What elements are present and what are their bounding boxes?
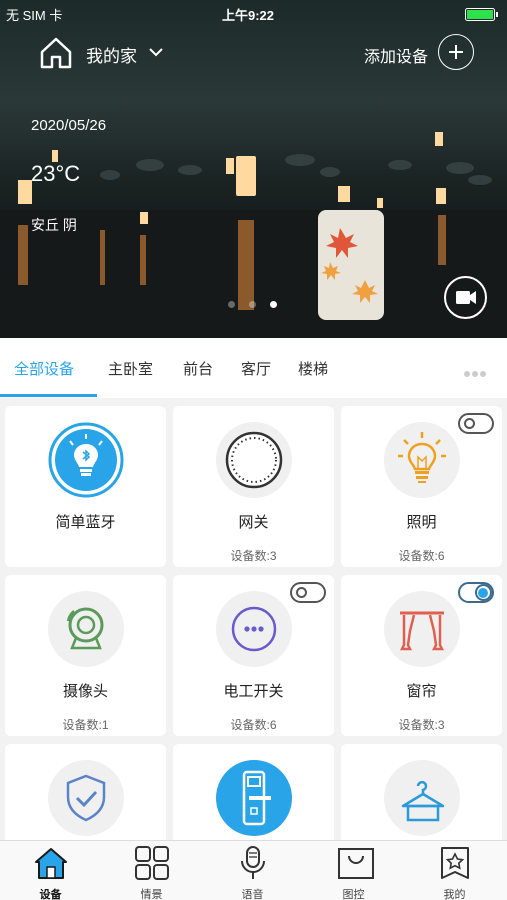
chevron-down-icon[interactable]	[148, 46, 164, 58]
home-icon[interactable]	[38, 36, 74, 70]
room-tabs: 全部设备 主卧室 前台 客厅 楼梯	[0, 338, 507, 398]
shield-icon	[48, 760, 124, 836]
device-card-camera[interactable]: 摄像头 设备数:1	[5, 575, 166, 736]
device-name: 照明	[406, 514, 437, 531]
device-card-gateway[interactable]: 网关 设备数:3	[173, 406, 334, 567]
device-name: 网关	[238, 514, 269, 531]
device-count: 设备数:1	[62, 718, 109, 732]
status-bar: 无 SIM 卡 上午9:22	[0, 0, 507, 28]
tab-master-bedroom[interactable]: 主卧室	[108, 358, 153, 379]
device-card-switch[interactable]: 电工开关 设备数:6	[173, 575, 334, 736]
lighting-toggle[interactable]	[458, 413, 494, 434]
device-card-lighting[interactable]: 照明 设备数:6	[341, 406, 502, 567]
device-card-curtain[interactable]: 窗帘 设备数:3	[341, 575, 502, 736]
nav-profile[interactable]: 我的	[404, 841, 505, 900]
device-count: 设备数:3	[230, 549, 277, 563]
nav-scenes[interactable]: 情景	[101, 841, 202, 900]
hanger-icon	[384, 760, 460, 836]
home-selector[interactable]: 我的家	[86, 42, 137, 67]
door-lock-icon	[216, 760, 292, 836]
nav-label: 情景	[140, 889, 163, 900]
carrier-label: 无 SIM 卡	[6, 8, 63, 23]
weather-location: 安丘 阴	[31, 217, 77, 233]
page-dot	[228, 301, 235, 308]
page-dot	[249, 301, 256, 308]
nav-voice[interactable]: 语音	[202, 841, 303, 900]
weather-temperature: 23°C	[31, 161, 81, 186]
bluetooth-bulb-icon	[48, 422, 124, 498]
weather-date: 2020/05/26	[31, 117, 107, 134]
grid-icon	[135, 846, 169, 880]
home-icon	[35, 848, 67, 879]
device-name: 简单蓝牙	[55, 514, 116, 531]
nav-label: 设备	[39, 889, 62, 900]
add-device-button[interactable]	[438, 34, 474, 70]
device-count: 设备数:6	[398, 549, 445, 563]
curtain-icon	[384, 591, 460, 667]
switch-toggle[interactable]	[290, 582, 326, 603]
clock: 上午9:22	[222, 8, 275, 23]
device-count: 设备数:6	[230, 718, 277, 732]
switch-icon	[216, 591, 292, 667]
nav-graphic-control[interactable]: 图控	[303, 841, 404, 900]
camera-icon	[48, 591, 124, 667]
bag-icon	[338, 848, 374, 879]
video-camera-icon	[456, 291, 476, 304]
hero-banner[interactable]: 无 SIM 卡 上午9:22 我的家 添加设备 2020/05/26 23°C …	[0, 0, 507, 338]
device-name: 电工开关	[223, 683, 284, 700]
device-name: 窗帘	[406, 683, 437, 700]
device-name: 摄像头	[62, 683, 108, 700]
add-device-label[interactable]: 添加设备	[364, 43, 428, 67]
microphone-icon	[241, 846, 265, 879]
nav-label: 我的	[443, 889, 466, 900]
nav-devices[interactable]: 设备	[0, 841, 101, 900]
gateway-icon	[216, 422, 292, 498]
tab-front-desk[interactable]: 前台	[183, 358, 213, 379]
curtain-toggle[interactable]	[458, 582, 494, 603]
device-count: 设备数:3	[398, 718, 445, 732]
banner-pagination	[228, 295, 291, 313]
page-dot-active	[270, 301, 277, 308]
top-nav: 我的家 添加设备	[0, 30, 507, 76]
battery-icon	[465, 8, 498, 21]
active-tab-indicator	[0, 394, 97, 397]
tab-stairs[interactable]: 楼梯	[298, 358, 328, 379]
tab-all-devices[interactable]: 全部设备	[14, 358, 74, 379]
device-card-bluetooth[interactable]: 简单蓝牙	[5, 406, 166, 567]
light-bulb-icon	[384, 422, 460, 498]
profile-star-icon	[441, 847, 469, 879]
nav-label: 语音	[241, 889, 264, 900]
video-button[interactable]	[444, 276, 487, 319]
tab-living-room[interactable]: 客厅	[241, 358, 271, 379]
bottom-nav: 设备 情景 语音 图控 我的	[0, 840, 507, 900]
more-tabs-button[interactable]	[464, 364, 488, 382]
nav-label: 图控	[342, 889, 365, 900]
